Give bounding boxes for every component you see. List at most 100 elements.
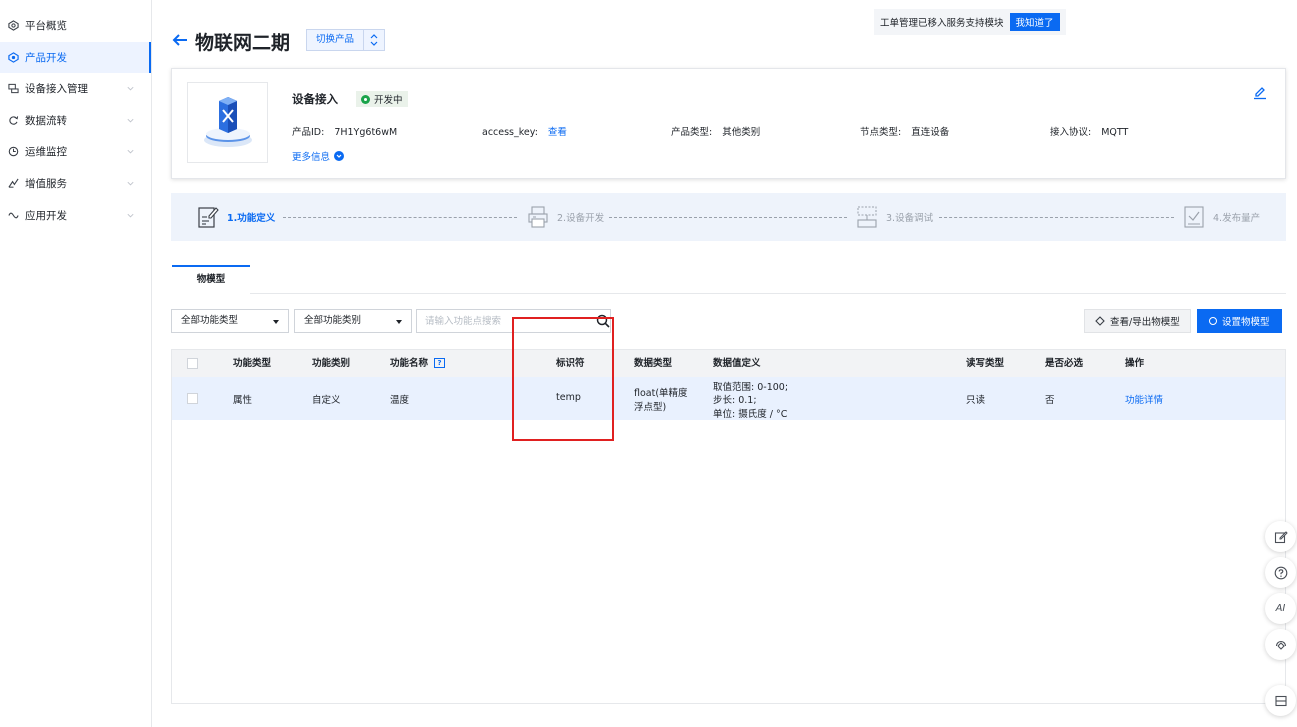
- sidebar-item-label: 运维监控: [25, 146, 67, 158]
- monitor-icon: [7, 146, 19, 158]
- service-button[interactable]: [1265, 629, 1296, 660]
- access-protocol: 接入协议: MQTT: [1050, 124, 1128, 138]
- col-rw-type: 读写类型: [966, 358, 1005, 369]
- cell-rw-type: 只读: [966, 395, 986, 406]
- cell-def-step: 步长: 0.1;: [713, 395, 757, 406]
- feedback-edit-button[interactable]: [1265, 521, 1296, 552]
- sidebar-item-overview[interactable]: 平台概览: [0, 10, 151, 41]
- edit-icon[interactable]: [1253, 86, 1267, 100]
- overview-icon: [7, 20, 19, 32]
- tab-thing-model[interactable]: 物模型: [172, 265, 250, 293]
- panel-icon: [1274, 695, 1287, 706]
- product-type-value: 其他类别: [722, 127, 761, 138]
- more-info-link[interactable]: 更多信息: [292, 149, 345, 163]
- sidebar-item-device-access[interactable]: 设备接入管理: [0, 73, 151, 104]
- cell-data-type: float(单精度: [634, 388, 688, 399]
- chevron-down-icon: [127, 213, 134, 218]
- product-name: 设备接入: [292, 92, 338, 106]
- step-connector: [939, 217, 1174, 218]
- step-label: 2.设备开发: [557, 213, 605, 224]
- printer-icon: [528, 206, 548, 228]
- page-title: 物联网二期: [195, 32, 291, 54]
- step-label: 4.发布量产: [1213, 213, 1261, 224]
- sidebar-item-label: 平台概览: [25, 20, 67, 32]
- sidebar-item-value-added[interactable]: 增值服务: [0, 168, 151, 199]
- view-access-key-link[interactable]: 查看: [548, 127, 567, 138]
- value-added-icon: [7, 178, 19, 190]
- product-dev-icon: [7, 52, 19, 64]
- sidebar-item-label: 设备接入管理: [25, 83, 88, 95]
- set-model-label: 设置物模型: [1222, 317, 1270, 328]
- protocol-label: 接入协议:: [1050, 127, 1092, 138]
- headset-icon: [1275, 640, 1286, 650]
- col-required: 是否必选: [1045, 358, 1084, 369]
- sidebar-item-app-dev[interactable]: 应用开发: [0, 200, 151, 231]
- chevron-down-icon: [334, 151, 345, 161]
- question-icon: [1274, 566, 1287, 579]
- collapse-panel-button[interactable]: [1265, 685, 1296, 716]
- step-label: 3.设备调试: [886, 213, 934, 224]
- ai-label: AI: [1275, 603, 1286, 614]
- tab-divider: [250, 293, 1286, 294]
- ai-assistant-button[interactable]: AI: [1265, 593, 1296, 624]
- up-down-icon: [364, 30, 384, 50]
- function-category-select[interactable]: 全部功能类别: [294, 309, 412, 333]
- chevron-down-icon: [127, 149, 134, 154]
- cell-identifier: temp: [556, 392, 581, 403]
- switch-product-button[interactable]: 切换产品: [306, 29, 386, 51]
- col-function-name-label: 功能名称: [390, 358, 429, 369]
- sidebar-item-label: 数据流转: [25, 115, 67, 127]
- col-identifier: 标识符: [556, 358, 585, 369]
- sidebar-item-data-flow[interactable]: 数据流转: [0, 105, 151, 136]
- cell-def-unit: 单位: 摄氏度 / °C: [713, 409, 788, 420]
- chevron-down-icon: [127, 118, 134, 123]
- col-data-type: 数据类型: [634, 358, 673, 369]
- product-type: 产品类型: 其他类别: [671, 124, 760, 138]
- sidebar-item-monitor[interactable]: 运维监控: [0, 136, 151, 167]
- help-button[interactable]: [1265, 557, 1296, 588]
- col-function-type: 功能类型: [233, 358, 272, 369]
- function-category-value: 全部功能类别: [304, 315, 362, 326]
- document-edit-icon: [198, 207, 219, 228]
- step-release[interactable]: 4.发布量产: [1183, 205, 1260, 229]
- col-function-name: 功能名称?: [390, 350, 446, 377]
- cell-required: 否: [1045, 395, 1055, 406]
- row-checkbox[interactable]: [187, 393, 198, 404]
- sidebar-item-product-dev[interactable]: 产品开发: [0, 42, 151, 73]
- function-type-select[interactable]: 全部功能类型: [171, 309, 289, 333]
- col-function-category: 功能类别: [312, 358, 351, 369]
- caret-down-icon: [396, 320, 402, 324]
- step-function-define[interactable]: 1.功能定义: [197, 205, 275, 229]
- access-key-label: access_key:: [482, 127, 538, 138]
- step-connector: [609, 217, 847, 218]
- back-arrow-icon[interactable]: [172, 33, 188, 47]
- sidebar-item-label: 应用开发: [25, 210, 67, 222]
- ring-icon: [1209, 317, 1217, 325]
- step-device-debug[interactable]: 3.设备调试: [856, 205, 933, 229]
- col-operations: 操作: [1125, 358, 1145, 369]
- top-strip: [152, 0, 1297, 8]
- data-flow-icon: [7, 115, 19, 127]
- help-icon[interactable]: ?: [434, 358, 446, 368]
- step-label: 1.功能定义: [227, 213, 276, 224]
- view-export-model-button[interactable]: 查看/导出物模型: [1084, 309, 1191, 333]
- step-device-dev[interactable]: 2.设备开发: [527, 205, 604, 229]
- search-input[interactable]: [416, 309, 611, 333]
- function-detail-link[interactable]: 功能详情: [1125, 392, 1163, 406]
- node-type: 节点类型: 直连设备: [860, 124, 949, 138]
- edit-note-icon: [1274, 530, 1288, 543]
- select-all-checkbox[interactable]: [187, 358, 198, 369]
- col-data-definition: 数据值定义: [713, 358, 761, 369]
- got-it-button[interactable]: 我知道了: [1009, 13, 1060, 31]
- main-content: 物联网二期 切换产品 工单管理已移入服务支持模块 我知道了 设备接入 开发中 产…: [152, 0, 1297, 727]
- progress-steps: 1.功能定义 2.设备开发 3.设备调试 4.发布量产: [171, 193, 1286, 241]
- search-icon[interactable]: [595, 313, 611, 329]
- table-row[interactable]: 属性 自定义 温度 temp float(单精度 浮点型) 取值范围: 0-10…: [172, 377, 1285, 420]
- app-dev-icon: [7, 210, 19, 222]
- thing-model-table: 功能类型 功能类别 功能名称? 标识符 数据类型 数据值定义 读写类型 是否必选…: [171, 349, 1286, 704]
- debug-device-icon: [857, 206, 877, 228]
- view-export-label: 查看/导出物模型: [1110, 317, 1180, 328]
- set-model-button[interactable]: 设置物模型: [1197, 309, 1282, 333]
- cell-function-category: 自定义: [312, 395, 341, 406]
- notice-text: 工单管理已移入服务支持模块: [880, 18, 1004, 29]
